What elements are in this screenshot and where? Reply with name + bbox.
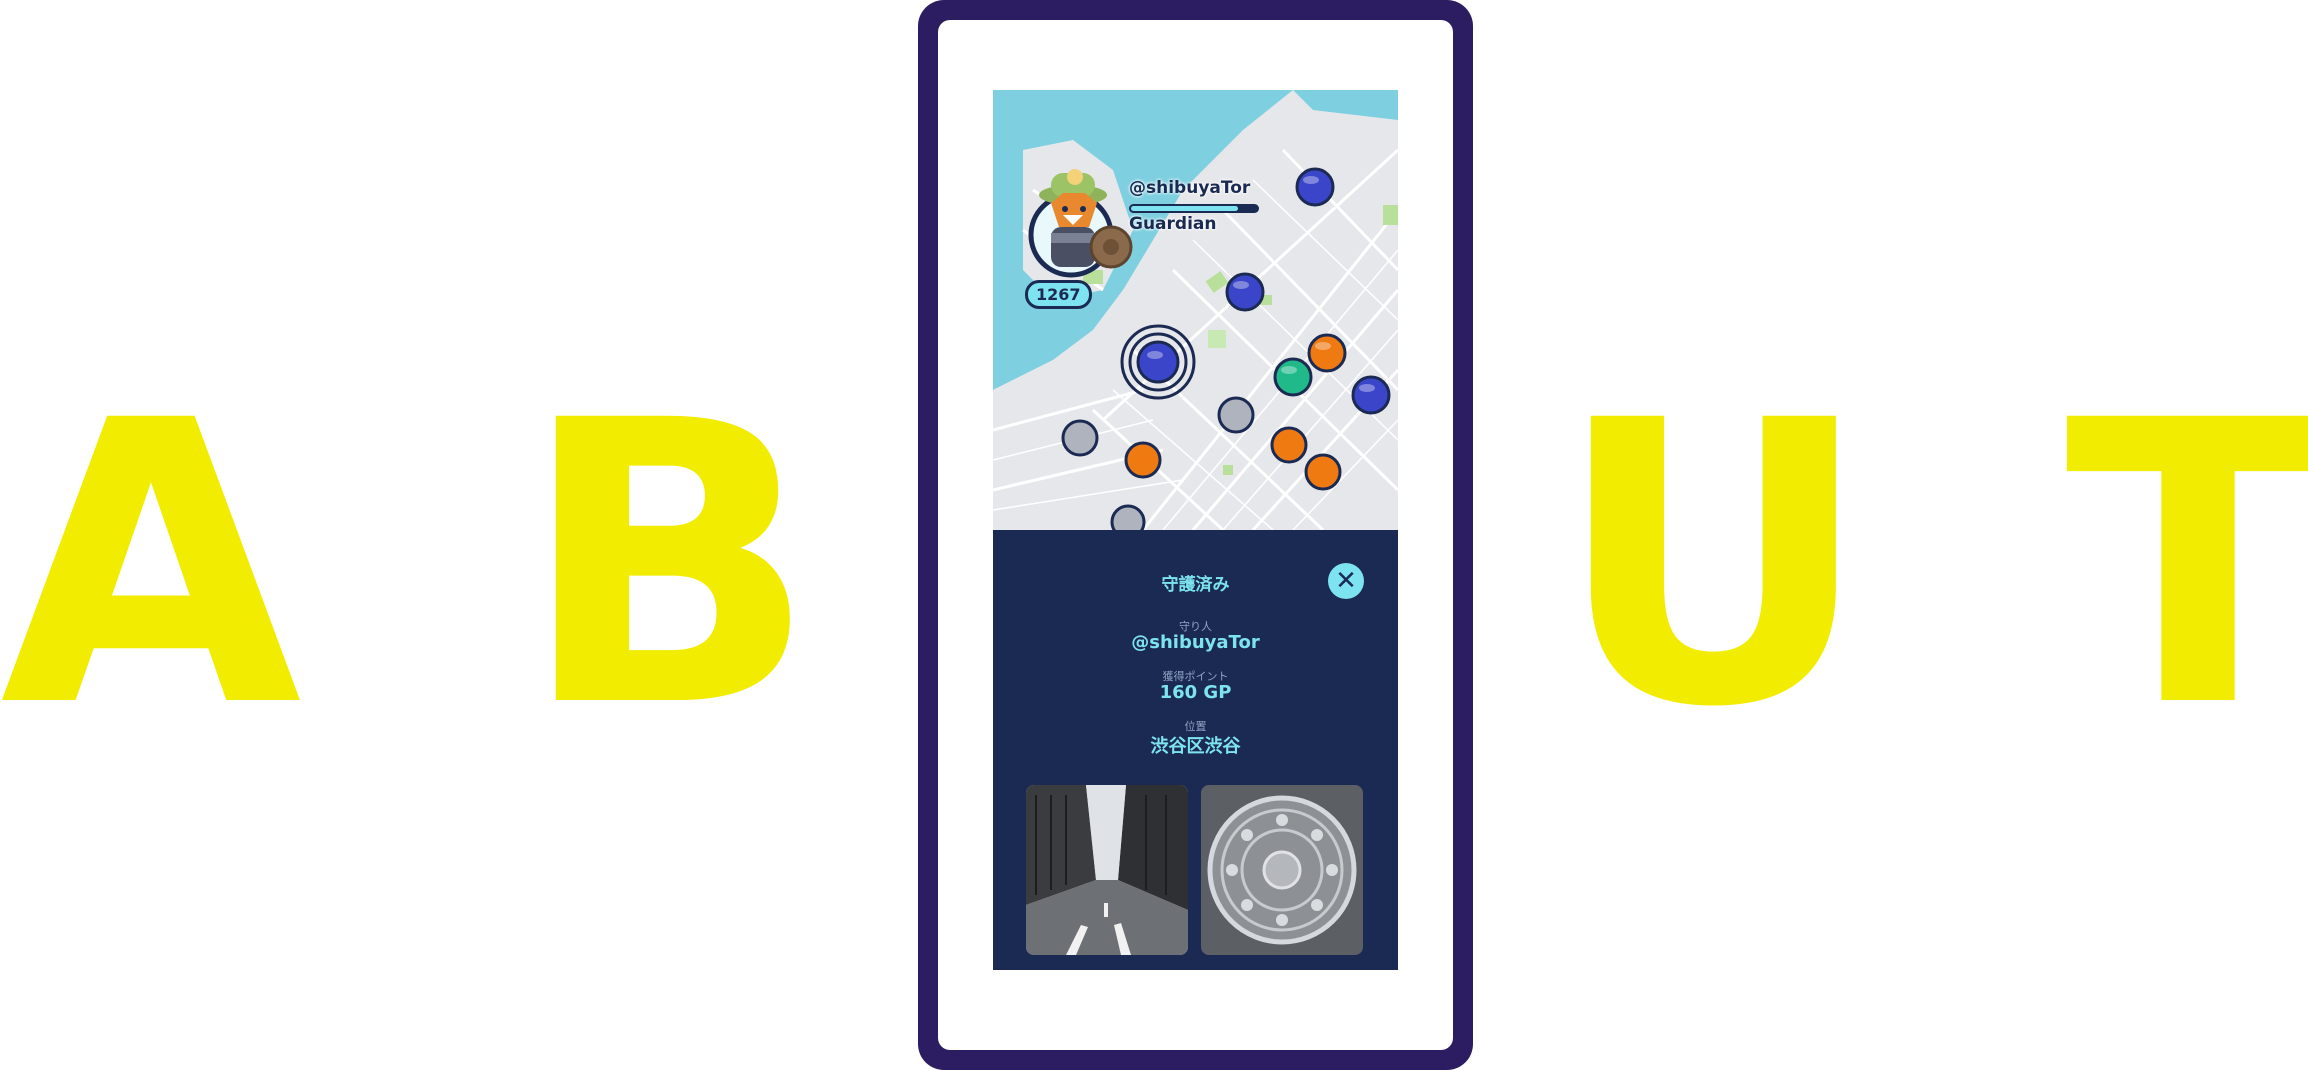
phone-body: @shibuyaTor Guardian 1267 守護済み ✕ 守り人 @sh… xyxy=(938,20,1453,1050)
level-badge: 1267 xyxy=(1025,280,1092,309)
app-screen: @shibuyaTor Guardian 1267 守護済み ✕ 守り人 @sh… xyxy=(993,90,1398,970)
guardian-value: @shibuyaTor xyxy=(1131,632,1260,653)
xp-progress-fill xyxy=(1131,206,1239,211)
player-username: @shibuyaTor xyxy=(1129,178,1251,198)
xp-progress-bar xyxy=(1129,204,1259,213)
location-value: 渋谷区渋谷 xyxy=(1150,736,1241,757)
street-photo[interactable] xyxy=(1026,785,1188,955)
background-letter-t: T xyxy=(2065,338,2308,792)
background-letter-b: B xyxy=(520,338,818,792)
city-map[interactable]: @shibuyaTor Guardian 1267 xyxy=(993,90,1398,530)
close-button[interactable]: ✕ xyxy=(1328,563,1364,599)
close-icon: ✕ xyxy=(1335,566,1357,596)
player-role: Guardian xyxy=(1129,214,1217,234)
manhole-photo[interactable] xyxy=(1201,785,1363,955)
phone-frame: @shibuyaTor Guardian 1267 守護済み ✕ 守り人 @sh… xyxy=(918,0,1473,1070)
player-avatar[interactable] xyxy=(1023,155,1133,285)
points-value: 160 GP xyxy=(1159,682,1232,703)
background-letter-a: A xyxy=(0,338,302,792)
location-detail-sheet: 守護済み ✕ 守り人 @shibuyaTor 獲得ポイント 160 GP 位置 … xyxy=(993,530,1398,970)
background-letter-u: U xyxy=(1555,338,1872,792)
